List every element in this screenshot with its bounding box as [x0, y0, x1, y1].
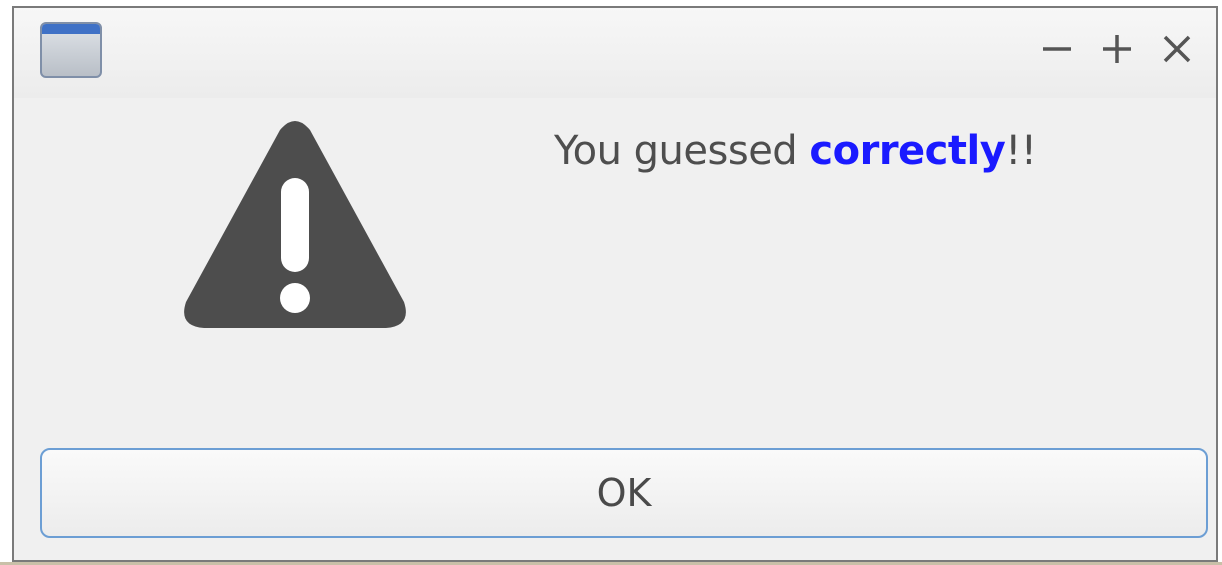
dialog-message: You guessed correctly!!: [554, 128, 1037, 174]
dialog-content: You guessed correctly!! OK: [14, 98, 1216, 560]
ok-button[interactable]: OK: [40, 448, 1208, 538]
minimize-button[interactable]: [1038, 26, 1076, 72]
app-window-icon-bar: [42, 24, 100, 34]
app-window-icon: [40, 22, 102, 78]
message-emphasis: correctly: [809, 128, 1006, 174]
warning-icon: [184, 121, 406, 328]
window-controls: [1038, 26, 1196, 72]
close-button[interactable]: [1158, 26, 1196, 72]
maximize-button[interactable]: [1098, 26, 1136, 72]
maximize-icon: [1103, 35, 1131, 63]
message-suffix: !!: [1005, 128, 1037, 174]
minimize-icon: [1043, 47, 1071, 51]
message-prefix: You guessed: [554, 128, 810, 174]
dialog-window: You guessed correctly!! OK: [12, 6, 1218, 562]
title-bar[interactable]: [14, 8, 1216, 98]
close-icon: [1163, 35, 1191, 63]
